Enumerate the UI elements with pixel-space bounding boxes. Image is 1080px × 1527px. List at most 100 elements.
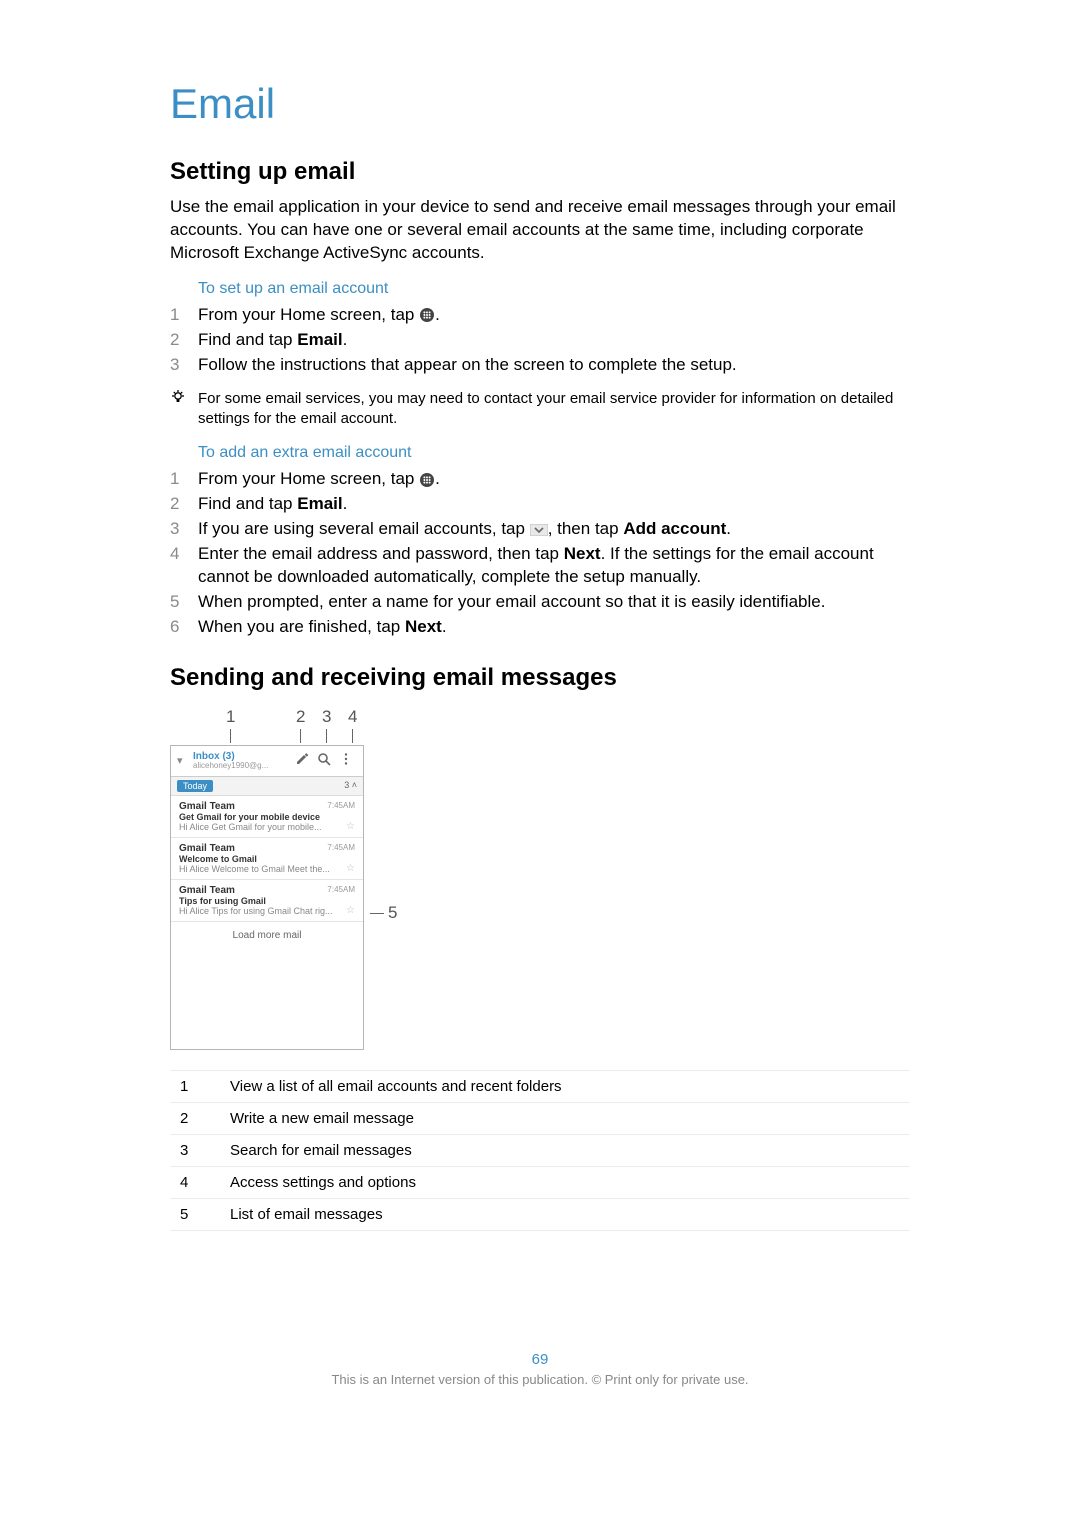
- figure-side-callout: 5: [370, 903, 397, 923]
- step-row: 5 When prompted, enter a name for your e…: [170, 591, 910, 614]
- step-number: 5: [170, 591, 198, 614]
- callout-legend-table: 1 View a list of all email accounts and …: [170, 1070, 910, 1231]
- step-number: 1: [170, 304, 198, 327]
- account-email: alicehoney1990@g...: [193, 762, 291, 771]
- step-number: 4: [170, 543, 198, 589]
- bold-next: Next: [405, 617, 442, 636]
- callout-number: 5: [170, 1198, 220, 1230]
- table-row: 1 View a list of all email accounts and …: [170, 1070, 910, 1102]
- table-row: 4 Access settings and options: [170, 1166, 910, 1198]
- step-row: 4 Enter the email address and password, …: [170, 543, 910, 589]
- step-row: 1 From your Home screen, tap .: [170, 304, 910, 327]
- step-row: 3 If you are using several email account…: [170, 518, 910, 541]
- tip-row: For some email services, you may need to…: [170, 389, 910, 430]
- step-text-a: Enter the email address and password, th…: [198, 544, 564, 563]
- callout-text: View a list of all email accounts and re…: [220, 1070, 910, 1102]
- table-row: 2 Write a new email message: [170, 1102, 910, 1134]
- email-list-item[interactable]: Gmail Team Welcome to Gmail Hi Alice Wel…: [171, 838, 363, 880]
- chevron-down-icon[interactable]: ▾: [177, 754, 193, 767]
- bold-next: Next: [564, 544, 601, 563]
- section-heading-setup: Setting up email: [170, 158, 910, 186]
- callout-text: Search for email messages: [220, 1134, 910, 1166]
- table-row: 3 Search for email messages: [170, 1134, 910, 1166]
- document-page: Email Setting up email Use the email app…: [0, 0, 1080, 1527]
- tip-text: For some email services, you may need to…: [198, 389, 910, 430]
- step-number: 2: [170, 493, 198, 516]
- today-bar: Today 3 ˄: [171, 777, 363, 796]
- callout-text: Write a new email message: [220, 1102, 910, 1134]
- star-icon[interactable]: ☆: [346, 863, 355, 874]
- today-tag: Today: [177, 780, 213, 792]
- step-text-b: , then tap: [548, 519, 624, 538]
- svg-text:+: +: [305, 753, 309, 759]
- callout-label-3: 3: [322, 707, 331, 726]
- step-text-a: When you are finished, tap: [198, 617, 405, 636]
- star-icon[interactable]: ☆: [346, 821, 355, 832]
- apps-icon: [419, 472, 435, 488]
- step-text-a: If you are using several email accounts,…: [198, 519, 530, 538]
- msg-preview: Hi Alice Get Gmail for your mobile...: [179, 822, 355, 832]
- load-more-button[interactable]: Load more mail: [171, 922, 363, 949]
- email-list-item[interactable]: Gmail Team Get Gmail for your mobile dev…: [171, 796, 363, 838]
- callout-label-4: 4: [348, 707, 357, 726]
- step-text-pre: Find and tap: [198, 330, 297, 349]
- step-text-pre: From your Home screen, tap: [198, 469, 419, 488]
- star-icon[interactable]: ☆: [346, 905, 355, 916]
- email-toolbar: ▾ Inbox (3) alicehoney1990@g... +: [171, 746, 363, 777]
- search-icon[interactable]: [313, 752, 335, 769]
- step-row: 2 Find and tap Email.: [170, 329, 910, 352]
- callout-label-1: 1: [226, 707, 235, 726]
- step-text: From your Home screen, tap .: [198, 304, 910, 327]
- step-number: 3: [170, 354, 198, 377]
- sub-heading-add-account: To add an extra email account: [198, 444, 910, 462]
- step-text-post: .: [435, 305, 440, 324]
- callout-number: 1: [170, 1070, 220, 1102]
- step-text: Follow the instructions that appear on t…: [198, 354, 910, 377]
- overflow-menu-icon[interactable]: [335, 752, 357, 769]
- figure-top-callouts: 1 2 3 4: [170, 707, 362, 745]
- today-count: 3 ˄: [344, 780, 357, 792]
- step-text: Enter the email address and password, th…: [198, 543, 910, 589]
- bold-add-account: Add account: [623, 519, 726, 538]
- bold-email: Email: [297, 494, 342, 513]
- table-row: 5 List of email messages: [170, 1198, 910, 1230]
- step-number: 3: [170, 518, 198, 541]
- callout-text: List of email messages: [220, 1198, 910, 1230]
- page-number: 69: [170, 1351, 910, 1368]
- msg-subject: Get Gmail for your mobile device: [179, 812, 355, 822]
- figure-email-app: 1 2 3 4 ▾ Inbox (3) alicehoney1990@g...: [170, 707, 910, 1050]
- lightbulb-icon: [170, 389, 198, 430]
- step-text-c: .: [726, 519, 731, 538]
- msg-time: 7:45AM: [327, 885, 355, 894]
- callout-label-2: 2: [296, 707, 305, 726]
- step-number: 6: [170, 616, 198, 639]
- step-row: 2 Find and tap Email.: [170, 493, 910, 516]
- step-row: 6 When you are finished, tap Next.: [170, 616, 910, 639]
- sub-heading-setup-account: To set up an email account: [198, 280, 910, 298]
- msg-preview: Hi Alice Tips for using Gmail Chat rig..…: [179, 906, 355, 916]
- apps-icon: [419, 307, 435, 323]
- chevron-down-icon: [530, 524, 548, 536]
- callout-number: 4: [170, 1166, 220, 1198]
- page-title: Email: [170, 80, 910, 128]
- step-row: 1 From your Home screen, tap .: [170, 468, 910, 491]
- msg-subject: Tips for using Gmail: [179, 896, 355, 906]
- step-number: 2: [170, 329, 198, 352]
- email-list-item[interactable]: Gmail Team Tips for using Gmail Hi Alice…: [171, 880, 363, 922]
- callout-label-5: 5: [388, 903, 397, 923]
- step-text-b: .: [442, 617, 447, 636]
- intro-paragraph: Use the email application in your device…: [170, 196, 910, 265]
- figure-column: 1 2 3 4 ▾ Inbox (3) alicehoney1990@g...: [170, 707, 364, 1050]
- step-text: If you are using several email accounts,…: [198, 518, 910, 541]
- email-app-screenshot: ▾ Inbox (3) alicehoney1990@g... +: [170, 745, 364, 1050]
- section-heading-send-receive: Sending and receiving email messages: [170, 664, 910, 692]
- bold-email: Email: [297, 330, 342, 349]
- callout-number: 2: [170, 1102, 220, 1134]
- step-number: 1: [170, 468, 198, 491]
- step-text: When you are finished, tap Next.: [198, 616, 910, 639]
- account-selector[interactable]: Inbox (3) alicehoney1990@g...: [193, 751, 291, 771]
- steps-add-account: 1 From your Home screen, tap . 2 Find an…: [170, 468, 910, 639]
- compose-icon[interactable]: +: [291, 752, 313, 769]
- callout-text: Access settings and options: [220, 1166, 910, 1198]
- step-text: From your Home screen, tap .: [198, 468, 910, 491]
